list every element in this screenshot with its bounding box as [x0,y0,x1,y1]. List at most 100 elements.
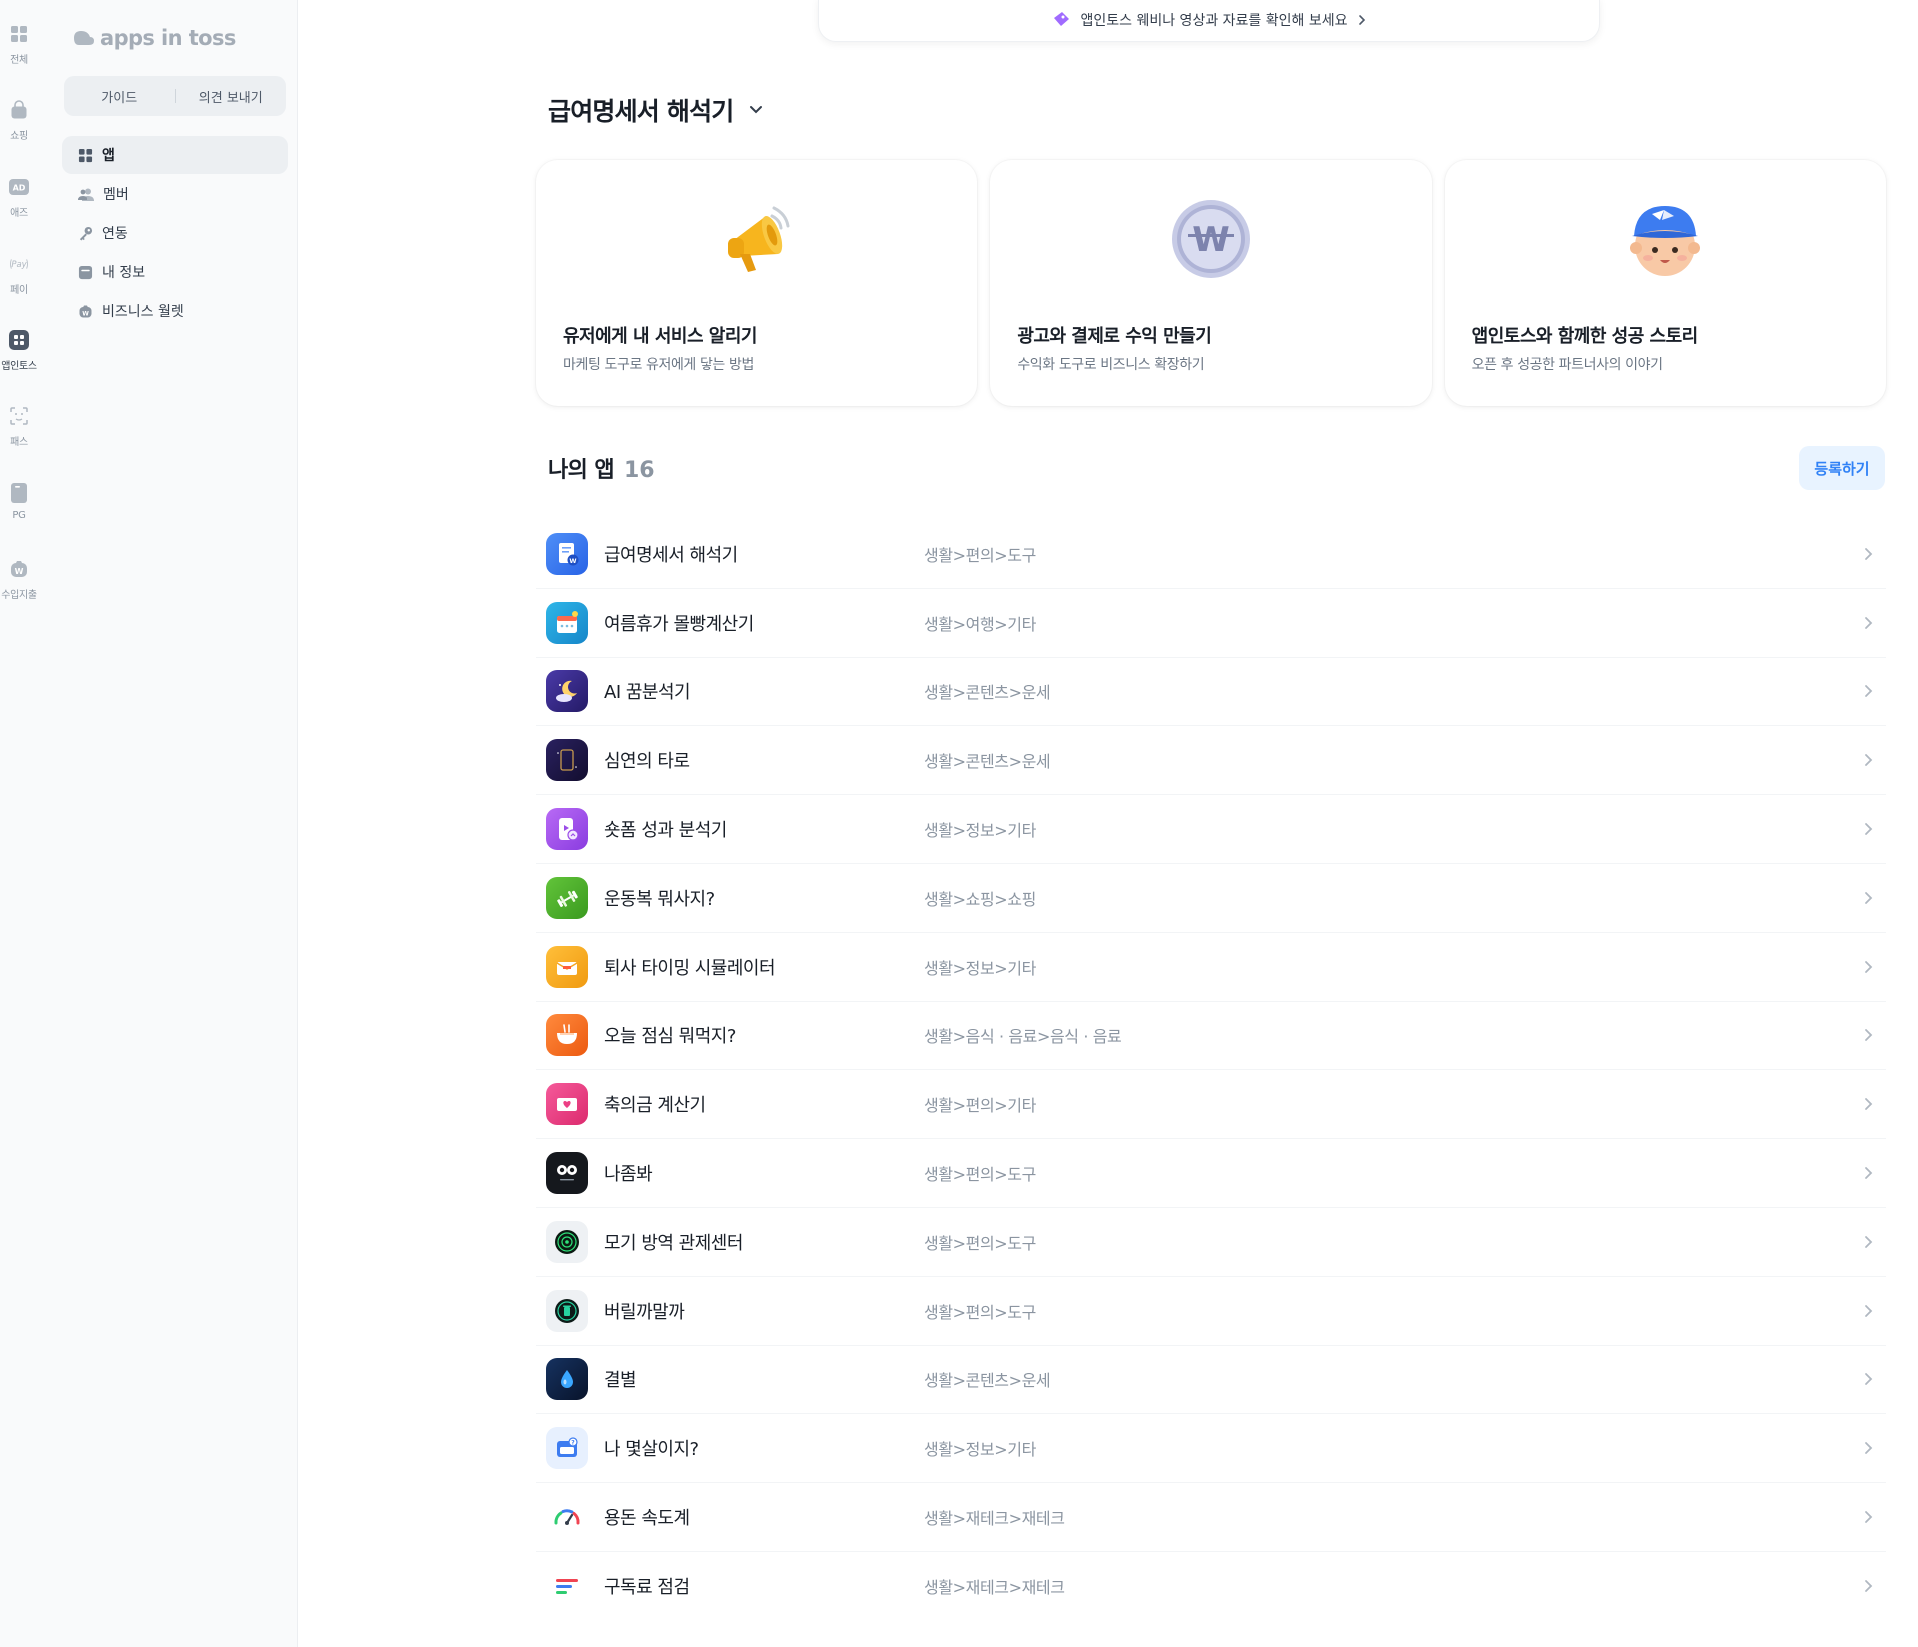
app-category: 생활>편의>도구 [924,545,1036,565]
svg-text:?: ? [571,1440,575,1447]
app-name: 나좀봐 [604,1164,653,1186]
card-title: 유저에게 내 서비스 알리기 [563,326,757,347]
app-row[interactable]: 결별 생활>콘텐츠>운세 [536,1346,1886,1415]
app-selector[interactable]: 급여명세서 해석기 [548,92,764,128]
shortform-analyzer-app-icon [546,808,588,851]
look-at-me-app-icon [546,1152,588,1195]
app-row[interactable]: 버릴까말까 생활>편의>도구 [536,1277,1886,1346]
app-name: 심연의 타로 [604,751,690,773]
app-row[interactable]: 심연의 타로 생활>콘텐츠>운세 [536,726,1886,796]
app-name: 용돈 속도계 [604,1508,690,1530]
app-name: 구독료 점검 [604,1577,690,1599]
app-category: 생활>편의>도구 [924,1233,1036,1253]
rail-item-pg[interactable]: PG [0,483,38,521]
app-row[interactable]: 퇴사 타이밍 시뮬레이터 생활>정보>기타 [536,933,1886,1002]
svg-text:W: W [82,310,89,317]
shopping-bag-icon [9,100,29,120]
app-category: 생활>여행>기타 [924,614,1036,634]
rail-item-income-expense[interactable]: W 수입지출 [0,559,38,601]
throw-away-app-icon [546,1289,588,1332]
app-name: 축의금 계산기 [604,1095,706,1117]
chevron-right-icon [1858,1025,1878,1045]
panel-pill-group: 가이드 의견 보내기 [64,76,286,116]
menu-item-label: 멤버 [103,187,129,203]
app-name: 모기 방역 관제센터 [604,1232,743,1254]
app-row[interactable]: ? 나 몇살이지? 생활>정보>기타 [536,1414,1886,1484]
app-row[interactable]: 숏폼 성과 분석기 생활>정보>기타 [536,795,1886,864]
rail-item-all[interactable]: 전체 [0,24,38,66]
app-category: 생활>편의>도구 [924,1302,1036,1322]
wallet-icon: W [9,559,29,579]
logo[interactable]: apps in toss [70,26,236,50]
chevron-right-icon [1858,1576,1878,1596]
card-marketing[interactable]: 유저에게 내 서비스 알리기 마케팅 도구로 유저에게 닿는 방법 [536,160,978,406]
app-category: 생활>콘텐츠>운세 [924,683,1051,703]
wallet-icon: W [79,305,92,317]
svg-text:Pay: Pay [11,259,27,269]
card-monetization[interactable]: W 광고와 결제로 수익 만들기 수익화 도구로 비즈니스 확장하기 [990,160,1432,406]
app-row[interactable]: 용돈 속도계 생활>재테크>재테크 [536,1483,1886,1552]
rail-item-pass[interactable]: 패스 [0,406,38,448]
rail-item-ads[interactable]: AD 애즈 [0,177,38,219]
chevron-right-icon [1858,613,1878,633]
app-name: AI 꿈분석기 [604,682,691,704]
rail-label: 패스 [10,437,28,448]
menu-item-business-wallet[interactable]: W 비즈니스 월렛 [62,292,288,330]
apps-in-toss-icon [9,330,29,350]
card-icon [9,483,29,503]
app-row[interactable]: 오늘 점심 뭐먹지? 생활>음식 · 음료>음식 · 음료 [536,1002,1886,1071]
app-category: 생활>편의>도구 [924,1165,1036,1185]
app-row[interactable]: 나좀봐 생활>편의>도구 [536,1139,1886,1208]
menu-item-integration[interactable]: 연동 [62,214,288,252]
feedback-button[interactable]: 의견 보내기 [176,87,287,106]
app-name: 급여명세서 해석기 [604,544,738,566]
app-row[interactable]: AI 꿈분석기 생활>콘텐츠>운세 [536,658,1886,727]
chevron-right-icon [1858,819,1878,839]
chevron-down-icon [749,106,762,114]
menu-item-members[interactable]: 멤버 [62,175,288,213]
rail-item-apps-in-toss[interactable]: 앱인토스 [0,330,38,372]
megaphone-icon [714,196,800,282]
menu-item-label: 앱 [102,148,115,164]
mosquito-control-app-icon [546,1220,588,1263]
rail-item-shopping[interactable]: 쇼핑 [0,100,38,142]
chevron-right-icon [1858,888,1878,908]
pay-icon: Pay [9,254,29,274]
app-row[interactable]: 축의금 계산기 생활>편의>기타 [536,1070,1886,1140]
app-category: 생활>정보>기타 [924,1440,1036,1460]
my-apps-header: 나의 앱 16 [548,452,655,484]
menu-item-apps[interactable]: 앱 [62,136,288,174]
webinar-banner[interactable]: 앱인토스 웨비나 영상과 자료를 확인해 보세요 [818,0,1600,42]
card-subtitle: 마케팅 도구로 유저에게 닿는 방법 [563,357,754,373]
chevron-right-icon [1858,544,1878,564]
app-row[interactable]: 운동복 뭐사지? 생활>쇼핑>쇼핑 [536,864,1886,933]
character-icon [1622,196,1708,282]
my-apps-title: 나의 앱 [548,458,615,483]
app-category: 생활>정보>기타 [924,821,1036,841]
chevron-right-icon [1858,1369,1878,1389]
grid-icon [78,148,93,162]
banner-text: 앱인토스 웨비나 영상과 자료를 확인해 보세요 [1080,12,1348,29]
subscription-check-app-icon [546,1565,588,1608]
register-app-button[interactable]: 등록하기 [1799,446,1885,490]
app-row[interactable]: 모기 방역 관제센터 생활>편의>도구 [536,1208,1886,1277]
app-category: 생활>재테크>재테크 [924,1578,1065,1598]
chevron-right-icon [1359,14,1366,25]
app-row[interactable]: 구독료 점검 생활>재테크>재테크 [536,1552,1886,1621]
chevron-right-icon [1858,681,1878,701]
rail-item-pay[interactable]: Pay 페이 [0,254,38,296]
card-success-story[interactable]: 앱인토스와 함께한 성공 스토리 오픈 후 성공한 파트너사의 이야기 [1444,160,1886,406]
dream-analyzer-app-icon [546,670,588,713]
guide-cards: 유저에게 내 서비스 알리기 마케팅 도구로 유저에게 닿는 방법 W 광고와 … [536,160,1886,406]
rail-label: 쇼핑 [10,131,28,142]
guide-button[interactable]: 가이드 [64,87,175,106]
ad-icon: AD [9,177,29,197]
rail-label: PG [12,510,26,521]
app-name: 오늘 점심 뭐먹지? [604,1026,736,1048]
app-row[interactable]: W 급여명세서 해석기 생활>편의>도구 [536,520,1886,589]
panel-menu: 앱 멤버 연동 내 정보 W 비즈니스 월렛 [62,136,288,331]
menu-item-my-info[interactable]: 내 정보 [62,253,288,291]
app-category: 생활>콘텐츠>운세 [924,1371,1051,1391]
age-calculator-app-icon: ? [546,1427,588,1470]
app-row[interactable]: 여름휴가 몰빵계산기 생활>여행>기타 [536,589,1886,658]
